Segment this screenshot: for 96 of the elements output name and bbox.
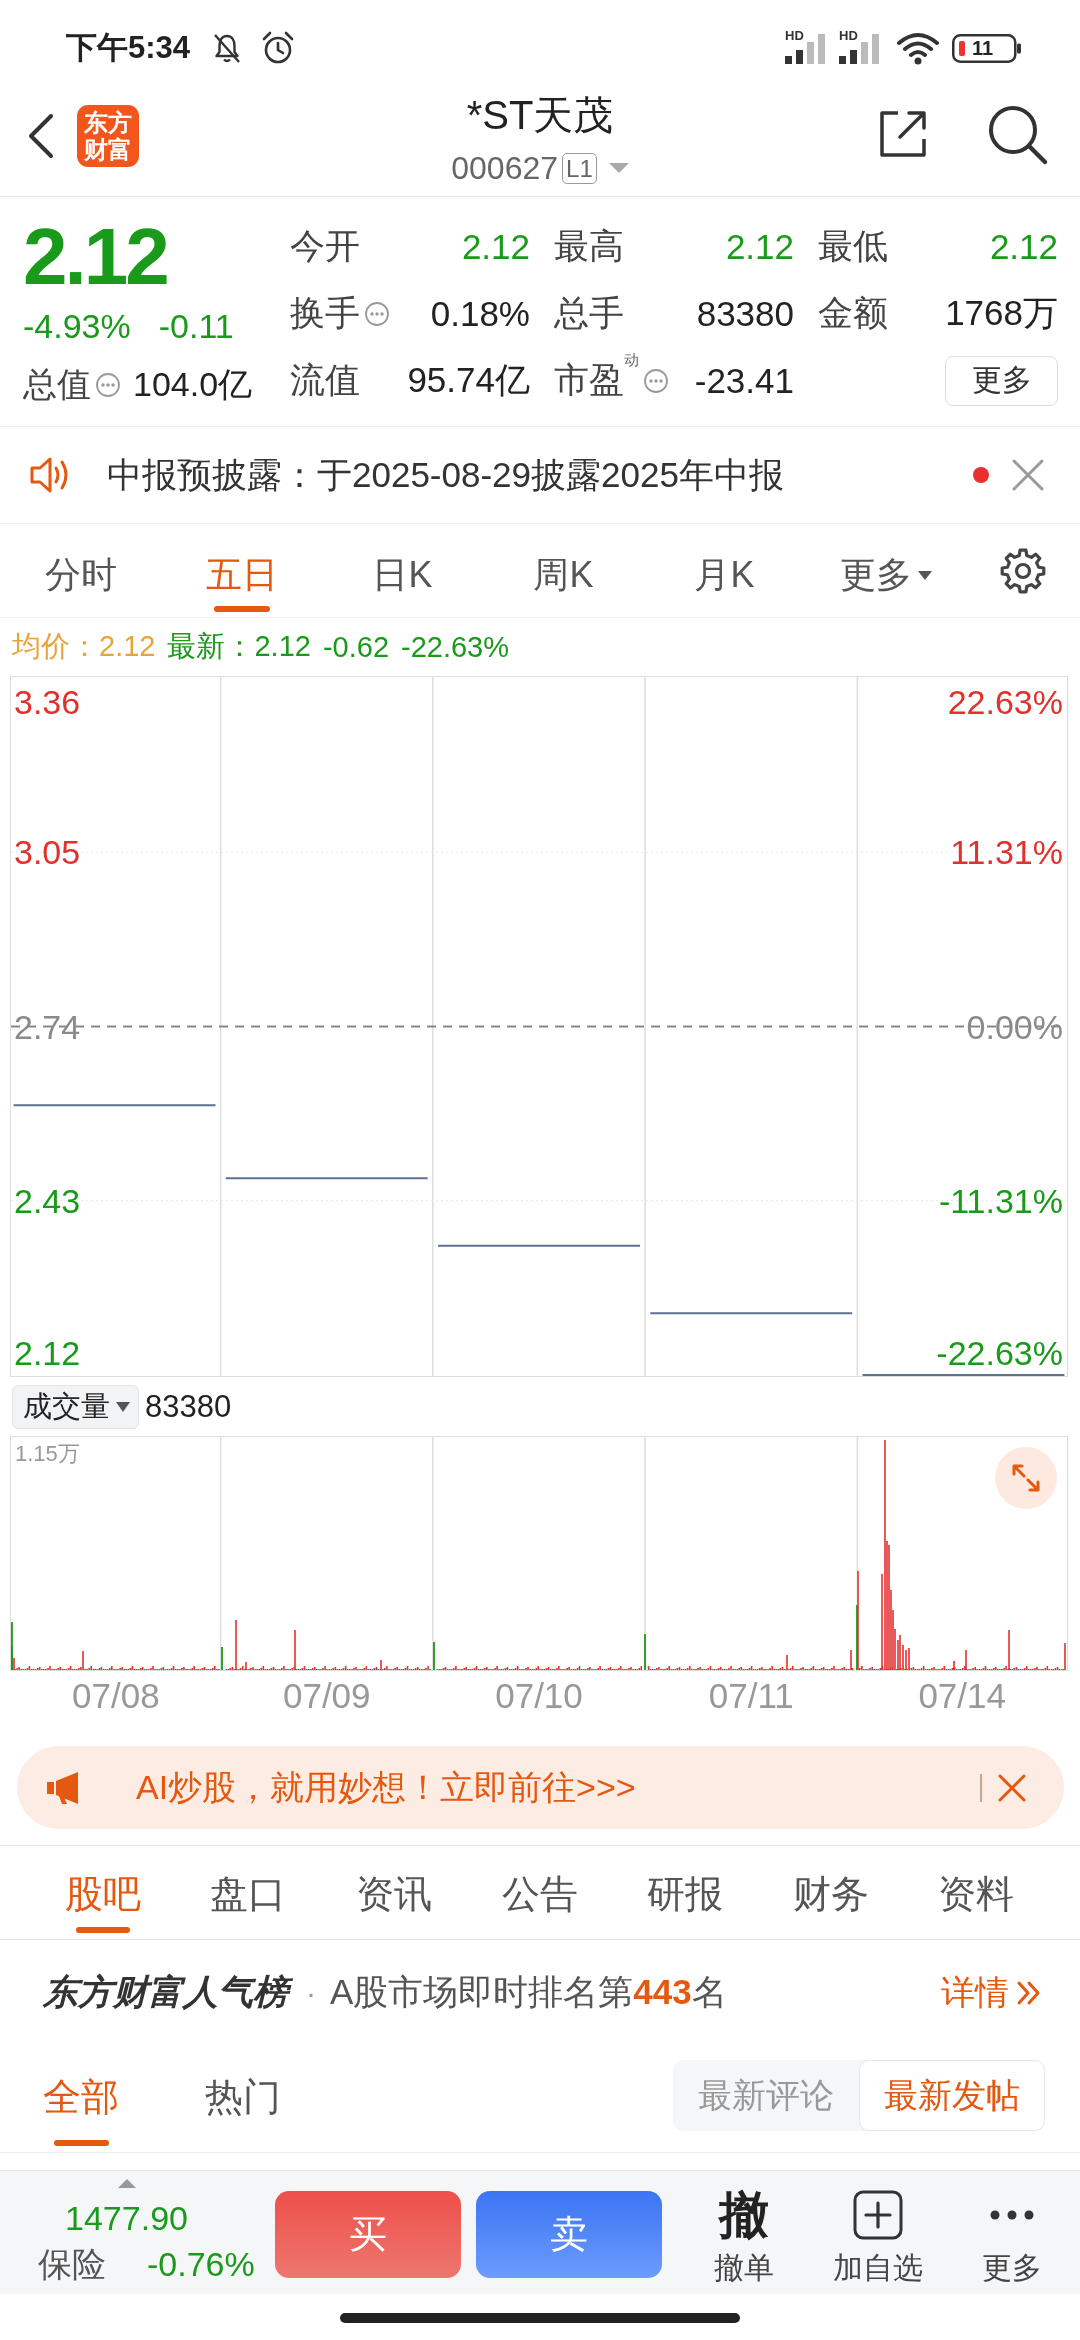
section-tab[interactable]: 股吧: [30, 1846, 176, 1939]
stat-label: 今开: [290, 225, 360, 267]
price-axis-label: 2.43: [14, 1181, 81, 1220]
info-icon[interactable]: [364, 300, 390, 327]
stat-label: 金额: [818, 292, 888, 334]
date-label: 07/11: [708, 1676, 794, 1715]
details-link[interactable]: 详情: [941, 1969, 1043, 2016]
close-icon[interactable]: [998, 1773, 1026, 1802]
stat-value: -23.41: [694, 360, 794, 401]
stat-label: 总手: [554, 292, 624, 334]
plus-square-icon: [853, 2190, 903, 2240]
stat-value: 2.12: [461, 226, 530, 267]
promo-text: AI炒股，就用妙想！立即前往>>>: [136, 1766, 637, 1808]
more-dots-icon: [990, 2210, 1034, 2220]
section-tab[interactable]: 研报: [612, 1846, 758, 1939]
stat-value: 2.12: [989, 226, 1058, 267]
caret-down-icon[interactable]: [608, 163, 629, 173]
cancel-order-button[interactable]: 撤 撤单: [677, 2171, 811, 2288]
info-icon[interactable]: [643, 367, 669, 394]
date-label: 07/09: [282, 1676, 371, 1715]
feed-tab[interactable]: 热门: [205, 2045, 281, 2152]
legend-change: -0.62: [322, 630, 389, 664]
sort-option[interactable]: 最新发帖: [859, 2060, 1045, 2131]
ranking-brand: 东方财富人气榜: [41, 1967, 296, 2018]
chart-tab[interactable]: 更多: [805, 524, 966, 617]
app-logo: 东方财富: [77, 105, 139, 167]
section-tab[interactable]: 资料: [903, 1846, 1050, 1939]
date-label: 07/08: [72, 1676, 160, 1715]
stat-label: 换手: [290, 292, 360, 334]
latest-price-legend: 最新：2.12: [167, 627, 311, 667]
price-axis-label: 3.05: [14, 833, 81, 872]
stat-label: 最高: [554, 225, 624, 267]
section-tab[interactable]: 财务: [757, 1846, 904, 1939]
stat-value: 2.12: [725, 226, 794, 267]
stat-label: 总值: [23, 363, 91, 405]
percent-axis-label: -22.63%: [936, 1334, 1063, 1372]
price-axis-label: 2.12: [14, 1334, 81, 1372]
expand-icon[interactable]: [995, 1447, 1057, 1509]
ranking-text: A股市场即时排名第443名: [330, 1971, 728, 2013]
notice-text[interactable]: 中报预披露：于2025-08-29披露2025年中报: [107, 451, 973, 499]
network-type-label: HD: [839, 29, 858, 42]
caret-down-icon: [917, 570, 932, 580]
battery-percentage: 11: [972, 37, 994, 59]
stat-value: 83380: [696, 293, 794, 334]
change-percent: -4.93%: [23, 306, 131, 346]
volume-max-label: 1.15万: [15, 1441, 80, 1466]
last-price: 2.12: [23, 213, 168, 301]
close-icon[interactable]: [1011, 458, 1045, 492]
index-change: -0.76%: [147, 2244, 255, 2284]
percent-axis-label: 22.63%: [947, 683, 1063, 721]
legend-change-percent: -22.63%: [401, 630, 510, 664]
battery-icon: [952, 33, 1022, 63]
stat-label: 最低: [818, 225, 888, 267]
index-value: 1477.90: [65, 2198, 188, 2238]
network-type-label: HD: [785, 29, 804, 42]
caret-down-icon: [116, 1401, 130, 1412]
price-axis-label: 3.36: [14, 683, 81, 721]
stat-value: 104.0亿: [133, 363, 253, 405]
percent-axis-label: 0.00%: [966, 1007, 1063, 1046]
date-label: 07/14: [918, 1676, 1006, 1715]
chart-tab[interactable]: 五日: [161, 524, 322, 617]
chart-tab[interactable]: 周K: [483, 524, 644, 617]
average-price-legend: 均价：2.12: [12, 627, 156, 667]
stock-name: *ST天茂: [466, 92, 614, 138]
chart-tab[interactable]: 分时: [0, 524, 161, 617]
percent-axis-label: -11.31%: [938, 1181, 1063, 1220]
status-time: 下午5:34: [66, 29, 191, 67]
feed-tab[interactable]: 全部: [43, 2045, 119, 2152]
indicator-selector[interactable]: 成交量: [12, 1384, 139, 1429]
stat-value: 1768万: [945, 292, 1058, 334]
index-name: 保险: [38, 2244, 106, 2284]
date-label: 07/10: [495, 1676, 583, 1715]
stock-code: 000627: [451, 149, 559, 187]
price-axis-label: 2.74: [14, 1007, 81, 1046]
caret-up-icon[interactable]: [117, 2179, 136, 2188]
percent-axis-label: 11.31%: [950, 833, 1063, 872]
section-tab[interactable]: 资讯: [321, 1846, 467, 1939]
signal-icon: [839, 32, 881, 64]
more-button[interactable]: 更多: [945, 2171, 1079, 2288]
stat-value: 0.18%: [430, 293, 530, 334]
chart-tab[interactable]: 月K: [644, 524, 805, 617]
more-button[interactable]: 更多: [945, 355, 1058, 406]
settings-icon[interactable]: [999, 546, 1047, 595]
chart-tab[interactable]: 日K: [322, 524, 483, 617]
stat-label: 流值: [290, 359, 360, 401]
volume-value: 83380: [145, 1388, 232, 1425]
stat-value: 95.74亿: [407, 359, 530, 401]
info-icon[interactable]: [95, 371, 121, 398]
separator-dot: ·: [306, 1975, 316, 2010]
add-watchlist-button[interactable]: 加自选: [811, 2171, 945, 2288]
section-tab[interactable]: 盘口: [175, 1846, 322, 1939]
section-tab[interactable]: 公告: [466, 1846, 613, 1939]
change-amount: -0.11: [158, 306, 234, 346]
signal-icon: [785, 32, 827, 64]
wifi-icon: [896, 31, 940, 65]
level-badge: L1: [562, 152, 597, 184]
